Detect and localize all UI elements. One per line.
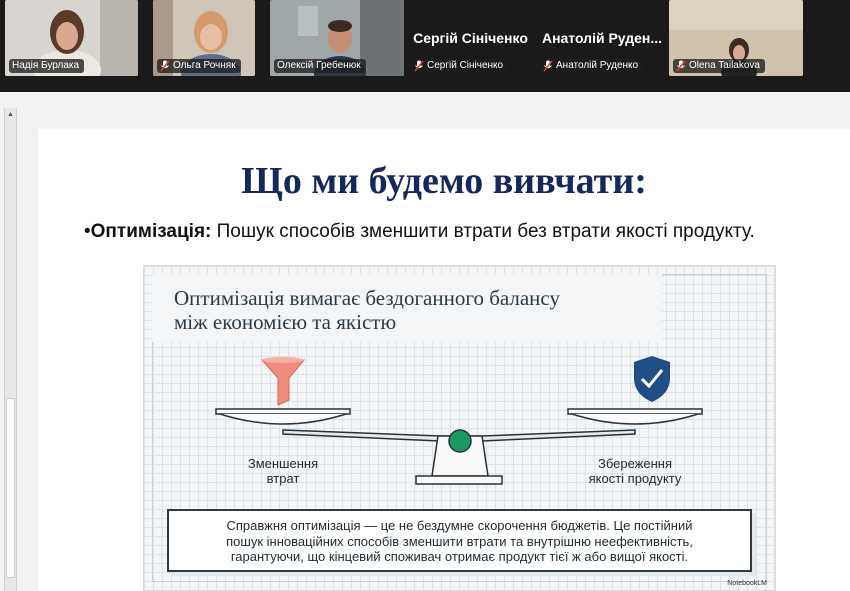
participant-name-tag: Сергій Сініченко <box>411 59 509 73</box>
funnel-icon <box>260 357 306 406</box>
slide-title: Що ми будемо вивчати: <box>241 160 647 202</box>
muted-mic-icon <box>414 60 424 72</box>
participant-name-tag: Анатолій Руденко <box>540 59 644 73</box>
left-caption-line: втрат <box>266 471 300 486</box>
participant-name-tag: Надія Бурлака <box>9 59 85 73</box>
participant-name-tag: Olena Tailakova <box>673 59 765 73</box>
right-caption: Збереження якості продукту <box>572 456 698 486</box>
scale-pivot <box>448 429 472 453</box>
participant-tile-active-speaker[interactable]: Олексій Гребенюк <box>270 0 404 76</box>
note-line: Справжня оптимізація — це не бездумне ск… <box>226 518 693 533</box>
right-caption-line: якості продукту <box>588 471 682 486</box>
slide-bullet: •Оптимізація: Пошук способів зменшити вт… <box>84 221 755 242</box>
participant-strip: Надія Бурлака Ольга Рочняк Олексій Гребе… <box>0 0 850 92</box>
participant-name-tag: Ольга Рочняк <box>157 59 241 73</box>
notebooklm-watermark: NotebookLM <box>727 580 767 587</box>
note-line: пошук інноваційних способів зменшити втр… <box>226 533 693 549</box>
shared-screen: ▲ Що ми будемо вивчати: •Оптимізація: По… <box>0 92 850 591</box>
right-pan <box>567 408 703 425</box>
participant-name: Анатолій Руденко <box>556 60 639 71</box>
infographic: Оптимізація вимагає бездоганного балансу… <box>143 265 776 591</box>
right-caption-line: Збереження <box>597 456 673 471</box>
participant-display-name: Анатолій Руден... <box>541 30 663 46</box>
participant-tile[interactable]: Olena Tailakova <box>669 0 803 76</box>
participant-tile[interactable]: Ольга Рочняк <box>153 0 255 76</box>
participant-name: Олексій Гребенюк <box>277 60 361 71</box>
muted-mic-icon <box>676 60 686 72</box>
infographic-note: Справжня оптимізація — це не бездумне ск… <box>177 518 742 565</box>
scroll-up-arrow-icon[interactable]: ▲ <box>5 108 16 120</box>
left-caption: Зменшення втрат <box>238 456 328 486</box>
muted-mic-icon <box>160 60 170 72</box>
participant-name: Надія Бурлака <box>12 60 80 71</box>
participant-tile[interactable]: Надія Бурлака <box>5 0 138 76</box>
participant-tile[interactable]: Анатолій Руден... Анатолій Руденко <box>536 0 668 76</box>
bullet-text: Пошук способів зменшити втрати без втрат… <box>211 221 755 242</box>
participant-name: Сергій Сініченко <box>427 60 504 71</box>
participant-name: Ольга Рочняк <box>173 60 236 71</box>
presentation-slide: Що ми будемо вивчати: •Оптимізація: Пошу… <box>38 129 850 591</box>
participant-tile[interactable]: Сергій Сініченко Сергій Сініченко <box>405 0 536 76</box>
note-line: гарантуючи, що кінцевий споживач отримає… <box>230 549 689 564</box>
bullet-term: Оптимізація: <box>90 221 212 242</box>
left-pan <box>215 408 351 425</box>
participant-display-name: Сергій Сініченко <box>413 30 528 46</box>
participant-name: Olena Tailakova <box>689 60 760 71</box>
muted-mic-icon <box>543 60 553 72</box>
vertical-scrollbar[interactable]: ▲ <box>4 108 17 591</box>
left-caption-line: Зменшення <box>247 456 319 471</box>
infographic-note-box: Справжня оптимізація — це не бездумне ск… <box>167 509 752 572</box>
scroll-thumb[interactable] <box>6 398 15 578</box>
shield-check-icon <box>634 356 670 402</box>
participant-name-tag: Олексій Гребенюк <box>274 59 366 73</box>
